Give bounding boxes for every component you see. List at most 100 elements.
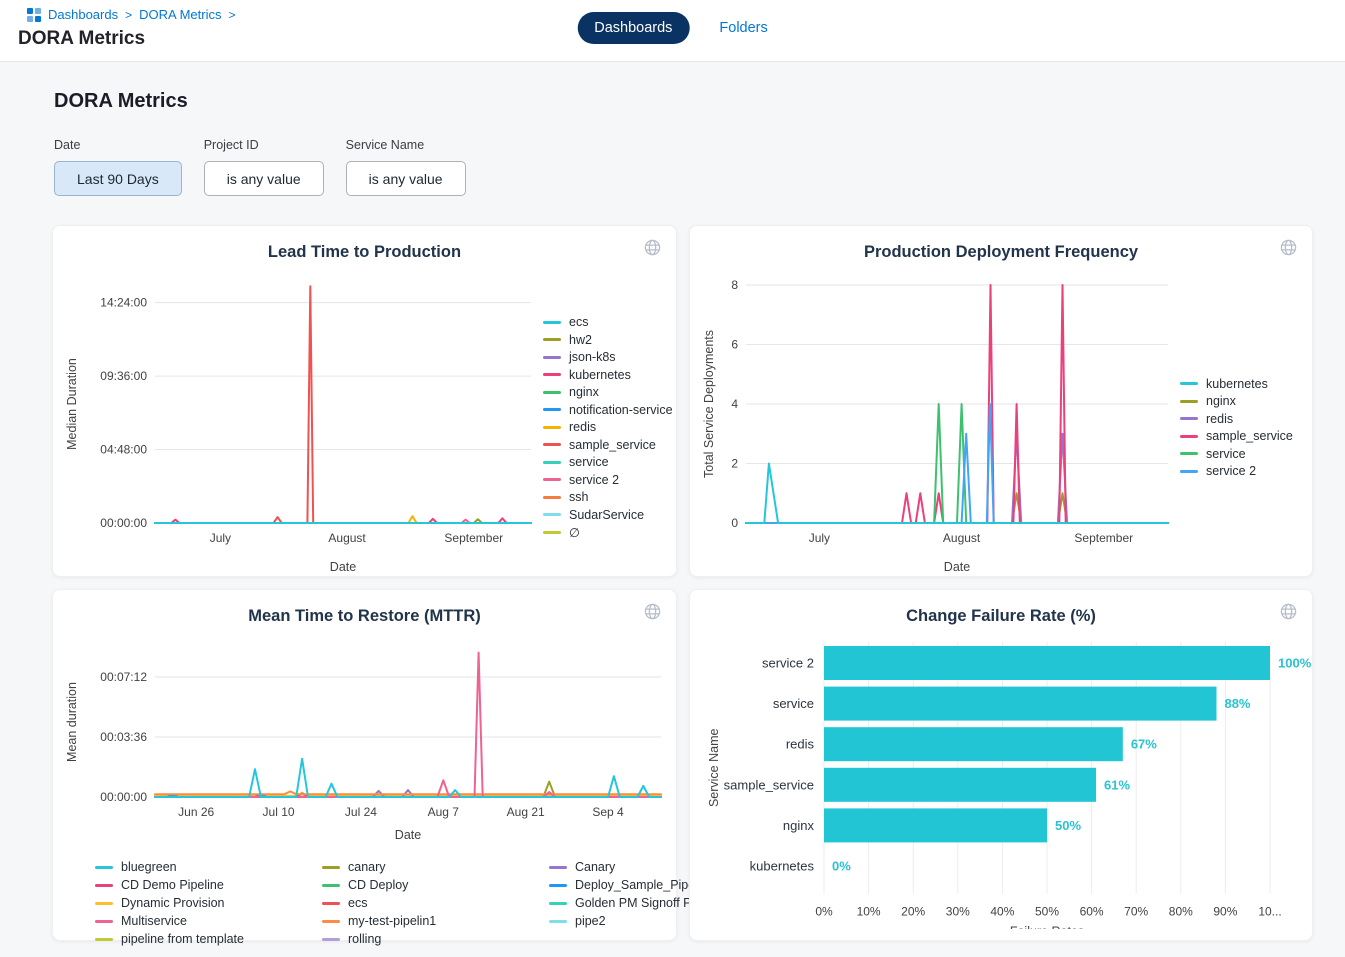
svg-text:nginx: nginx <box>783 818 815 833</box>
legend-item[interactable]: service 2 <box>1180 464 1312 478</box>
legend-label: pipeline from template <box>121 932 244 946</box>
legend-item[interactable]: kubernetes <box>1180 377 1312 391</box>
page-title: DORA Metrics <box>18 28 145 50</box>
legend-item[interactable]: sample_service <box>543 438 676 452</box>
legend-item[interactable]: redis <box>1180 412 1312 426</box>
breadcrumb-link-dashboards[interactable]: Dashboards <box>48 7 118 22</box>
legend-label: kubernetes <box>1206 377 1268 391</box>
legend-swatch <box>549 920 567 923</box>
legend-label: rolling <box>348 932 381 946</box>
svg-text:4: 4 <box>731 397 738 411</box>
legend-item[interactable]: service <box>543 455 676 469</box>
legend-item[interactable]: ecs <box>543 315 676 329</box>
legend-item[interactable]: service <box>1180 447 1312 461</box>
legend-swatch <box>1180 470 1198 473</box>
legend-item[interactable]: redis <box>543 420 676 434</box>
tab-dashboards[interactable]: Dashboards <box>577 12 689 44</box>
svg-text:July: July <box>210 531 231 545</box>
legend-label: CD Demo Pipeline <box>121 878 224 892</box>
view-tabs: Dashboards Folders <box>577 12 768 44</box>
svg-text:sample_service: sample_service <box>724 777 814 792</box>
svg-text:2: 2 <box>731 457 738 471</box>
legend-item[interactable]: notification-service <box>543 403 676 417</box>
legend-item[interactable]: my-test-pipelin1 <box>322 914 497 928</box>
legend-swatch <box>543 478 561 481</box>
legend-label: ecs <box>569 315 588 329</box>
legend-swatch <box>543 461 561 464</box>
legend-item[interactable]: CD Demo Pipeline <box>95 878 270 892</box>
globe-icon[interactable] <box>643 238 662 257</box>
filter-project-id-value-button[interactable]: is any value <box>204 161 324 196</box>
card-change-failure-rate: Change Failure Rate (%) 0%10%20%30%40%50… <box>689 589 1313 941</box>
legend-item[interactable]: ∅ <box>543 525 676 540</box>
svg-text:July: July <box>809 531 830 545</box>
legend-item[interactable]: canary <box>322 860 497 874</box>
filter-date-value-button[interactable]: Last 90 Days <box>54 161 182 196</box>
legend-item[interactable]: CD Deploy <box>322 878 497 892</box>
card-header: Lead Time to Production <box>53 226 676 271</box>
legend-swatch <box>95 884 113 887</box>
legend-item[interactable]: Dynamic Provision <box>95 896 270 910</box>
breadcrumb-link-dora-metrics[interactable]: DORA Metrics <box>139 7 221 22</box>
tab-folders[interactable]: Folders <box>719 20 767 36</box>
legend-label: json-k8s <box>569 350 616 364</box>
legend-item[interactable]: kubernetes <box>543 368 676 382</box>
svg-text:00:07:12: 00:07:12 <box>100 670 147 684</box>
legend-swatch <box>1180 452 1198 455</box>
legend-swatch <box>543 356 561 359</box>
card-lead-time-to-production: Lead Time to Production 00:00:0004:48:00… <box>52 225 677 577</box>
svg-text:kubernetes: kubernetes <box>750 859 815 874</box>
legend-swatch <box>95 938 113 941</box>
legend-item[interactable]: nginx <box>543 385 676 399</box>
legend-item[interactable]: hw2 <box>543 333 676 347</box>
legend-item[interactable]: rolling <box>322 932 497 946</box>
legend-swatch <box>322 938 340 941</box>
svg-text:10%: 10% <box>857 905 881 919</box>
svg-text:September: September <box>444 531 503 545</box>
legend-item[interactable]: ecs <box>322 896 497 910</box>
globe-icon[interactable] <box>1279 238 1298 257</box>
globe-icon[interactable] <box>1279 602 1298 621</box>
svg-text:10...: 10... <box>1258 905 1281 919</box>
card-header: Mean Time to Restore (MTTR) <box>53 590 676 635</box>
card-body: 02468JulyAugustSeptemberDateTotal Servic… <box>690 271 1312 584</box>
legend-item[interactable]: Multiservice <box>95 914 270 928</box>
legend-item[interactable]: pipeline from template <box>95 932 270 946</box>
legend-item[interactable]: ssh <box>543 490 676 504</box>
legend-swatch <box>1180 435 1198 438</box>
card-header: Change Failure Rate (%) <box>690 590 1312 635</box>
legend-item[interactable]: nginx <box>1180 394 1312 408</box>
svg-text:67%: 67% <box>1131 737 1157 752</box>
legend-label: Dynamic Provision <box>121 896 225 910</box>
chart-title-lead-time: Lead Time to Production <box>268 243 461 262</box>
legend-swatch <box>543 391 561 394</box>
breadcrumb-separator: > <box>228 8 235 22</box>
legend-item[interactable]: service 2 <box>543 473 676 487</box>
legend-label: Multiservice <box>121 914 187 928</box>
svg-text:Aug 7: Aug 7 <box>428 805 460 819</box>
legend-lead-time: ecs hw2 json-k8s kubernetes nginx notificatio… <box>543 315 676 540</box>
legend-item[interactable]: bluegreen <box>95 860 270 874</box>
legend-label: SudarService <box>569 508 644 522</box>
legend-label: CD Deploy <box>348 878 408 892</box>
legend-swatch <box>95 902 113 905</box>
legend-item[interactable]: json-k8s <box>543 350 676 364</box>
legend-swatch <box>322 884 340 887</box>
legend-swatch <box>322 866 340 869</box>
legend-label: hw2 <box>569 333 592 347</box>
legend-swatch <box>543 426 561 429</box>
legend-swatch <box>543 321 561 324</box>
legend-item[interactable]: SudarService <box>543 508 676 522</box>
card-body: 0%10%20%30%40%50%60%70%80%90%10...servic… <box>690 635 1312 934</box>
legend-swatch <box>543 373 561 376</box>
svg-text:Jun 26: Jun 26 <box>178 805 214 819</box>
filter-date-label: Date <box>54 138 182 152</box>
legend-label: notification-service <box>569 403 673 417</box>
svg-text:Total Service Deployments: Total Service Deployments <box>702 330 716 478</box>
svg-text:30%: 30% <box>946 905 970 919</box>
legend-item[interactable]: sample_service <box>1180 429 1312 443</box>
globe-icon[interactable] <box>643 602 662 621</box>
legend-swatch <box>543 513 561 516</box>
breadcrumb-separator: > <box>125 8 132 22</box>
filter-service-name-value-button[interactable]: is any value <box>346 161 466 196</box>
